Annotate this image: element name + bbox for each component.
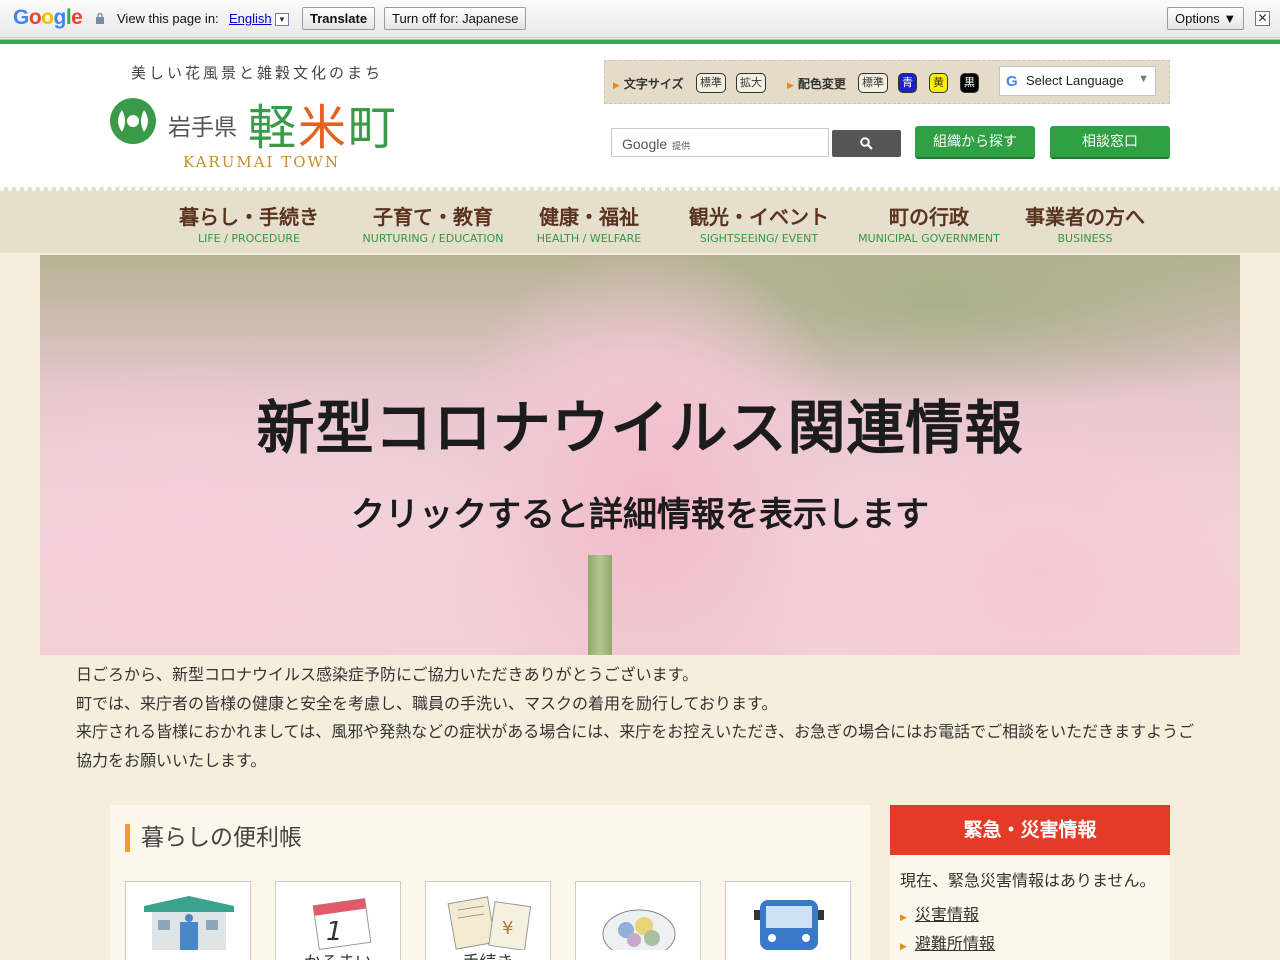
building-icon [144, 896, 234, 950]
documents-icon: ¥ [447, 896, 532, 950]
town-char-1: 軽 [248, 100, 299, 156]
section-title: 暮らしの便利帳 [125, 824, 302, 852]
lock-icon [96, 12, 104, 24]
translate-button[interactable]: Translate [302, 7, 376, 30]
search-placeholder: Google 提供 [622, 136, 690, 152]
google-g-icon: G [1006, 73, 1018, 90]
search-button[interactable] [832, 130, 901, 157]
nav-sublabel: HEALTH / WELFARE [536, 232, 642, 245]
color-blue-button[interactable]: 青 [898, 73, 917, 93]
card-calendar[interactable]: 1 かるまい [275, 881, 401, 960]
calendar-icon: 1 [312, 898, 372, 950]
tagline: 美しい花風景と雑穀文化のまち [131, 64, 384, 82]
banner-subtitle: クリックすると詳細情報を表示します [351, 495, 929, 535]
arrow-icon: ▶ [900, 942, 907, 952]
link-label: 避難所情報 [914, 934, 995, 953]
nav-item-health[interactable]: 健康・福祉 HEALTH / WELFARE [528, 201, 650, 245]
town-emblem-icon[interactable] [108, 96, 158, 146]
select-language-dropdown[interactable]: G Select Language ▼ [999, 66, 1156, 96]
svg-text:1: 1 [326, 917, 343, 947]
nav-sublabel: BUSINESS [1057, 232, 1113, 245]
select-language-label: Select Language [1026, 73, 1124, 88]
banner-title: 新型コロナウイルス関連情報 [256, 394, 1024, 462]
disaster-info-link[interactable]: ▶ 災害情報 [900, 901, 979, 925]
search-icon [860, 137, 873, 150]
language-link[interactable]: English [229, 11, 272, 26]
bus-icon [754, 900, 824, 950]
font-size-text: 文字サイズ [623, 77, 684, 91]
google-logo: Google [13, 6, 83, 29]
nav-item-government[interactable]: 町の行政 MUNICIPAL GOVERNMENT [858, 201, 1000, 245]
notice-line: 日ごろから、新型コロナウイルス感染症予防にご協力いただきありがとうございます。 [76, 665, 699, 684]
search-provided: 提供 [672, 141, 691, 151]
nav-item-education[interactable]: 子育て・教育 NURTURING / EDUCATION [362, 201, 504, 245]
site-header: 美しい花風景と雑穀文化のまち 岩手県 軽米町 KARUMAI TOWN ▶ 文字サ… [0, 44, 1280, 187]
nav-label: 観光・イベント [689, 205, 829, 229]
town-name[interactable]: 軽米町 [248, 88, 398, 158]
card-label: 手続き [426, 948, 550, 960]
nav-sublabel: NURTURING / EDUCATION [362, 232, 504, 245]
card-procedures[interactable]: ¥ 手続き [425, 881, 551, 960]
covid-banner[interactable]: 新型コロナウイルス関連情報 クリックすると詳細情報を表示します [40, 255, 1240, 655]
emergency-title: 緊急・災害情報 [890, 805, 1170, 855]
font-size-label: ▶ 文字サイズ [613, 77, 684, 91]
svg-text:¥: ¥ [502, 918, 513, 939]
shelter-info-link[interactable]: ▶ 避難所情報 [900, 930, 995, 954]
nav-item-business[interactable]: 事業者の方へ BUSINESS [1022, 201, 1148, 245]
notice-line: 来庁される皆様におかれましては、風邪や発熱などの症状がある場合には、来庁をお控え… [76, 722, 1195, 770]
org-search-button[interactable]: 組織から探す [915, 126, 1035, 159]
card-garbage[interactable] [575, 881, 701, 960]
prefecture-name: 岩手県 [168, 115, 237, 141]
close-icon[interactable]: ✕ [1255, 11, 1270, 26]
emergency-message: 現在、緊急災害情報はありません。 [900, 871, 1156, 890]
nav-item-life[interactable]: 暮らし・手続き LIFE / PROCEDURE [178, 201, 320, 245]
arrow-icon: ▶ [900, 913, 907, 923]
card-building[interactable] [125, 881, 251, 960]
nav-sublabel: MUNICIPAL GOVERNMENT [858, 232, 1000, 245]
town-char-3: 町 [348, 100, 399, 156]
search-input[interactable]: Google 提供 [611, 128, 829, 157]
color-standard-button[interactable]: 標準 [858, 73, 888, 93]
consultation-button[interactable]: 相談窓口 [1050, 126, 1170, 159]
nav-sublabel: SIGHTSEEING/ EVENT [699, 232, 819, 245]
color-black-button[interactable]: 黒 [960, 73, 979, 93]
tulip-stem [588, 555, 612, 655]
view-page-in-label: View this page in: [117, 11, 219, 26]
convenience-section: 暮らしの便利帳 1 かるまい ¥ 手続き [110, 805, 870, 960]
town-name-english: KARUMAI TOWN [183, 153, 341, 171]
search-brand: Google [622, 136, 668, 152]
covid-notice: 日ごろから、新型コロナウイルス感染症予防にご協力いただきありがとうございます。 … [76, 661, 1206, 775]
font-enlarge-button[interactable]: 拡大 [736, 73, 766, 93]
language-dropdown-icon[interactable]: ▼ [275, 13, 289, 26]
nav-label: 事業者の方へ [1025, 205, 1145, 229]
garbage-bag-icon [602, 909, 676, 950]
turn-off-button[interactable]: Turn off for: Japanese [384, 7, 527, 30]
nav-label: 健康・福祉 [539, 205, 639, 229]
card-label: かるまい [276, 948, 400, 960]
nav-label: 子育て・教育 [373, 205, 493, 229]
font-standard-button[interactable]: 標準 [696, 73, 726, 93]
nav-sublabel: LIFE / PROCEDURE [197, 232, 301, 245]
color-yellow-button[interactable]: 黄 [929, 73, 948, 93]
town-char-2: 米 [298, 100, 349, 156]
options-button[interactable]: Options ▼ [1167, 7, 1245, 30]
link-label: 災害情報 [914, 905, 979, 924]
chevron-down-icon: ▼ [1138, 73, 1149, 85]
notice-line: 町では、来庁者の皆様の健康と安全を考慮し、職員の手洗い、マスクの着用を励行してお… [76, 693, 778, 713]
card-bus[interactable] [725, 881, 851, 960]
emergency-panel: 緊急・災害情報 現在、緊急災害情報はありません。 ▶ 災害情報 ▶ 避難所情報 [890, 805, 1170, 960]
color-change-label: ▶ 配色変更 [787, 77, 846, 91]
translate-bar: Google View this page in: English ▼ Tran… [0, 0, 1280, 38]
nav-label: 町の行政 [889, 205, 969, 229]
color-change-text: 配色変更 [797, 77, 846, 91]
nav-label: 暮らし・手続き [179, 205, 319, 229]
global-nav: 暮らし・手続き LIFE / PROCEDURE 子育て・教育 NURTURING … [0, 187, 1280, 253]
nav-item-sightseeing[interactable]: 観光・イベント SIGHTSEEING/ EVENT [688, 201, 830, 245]
